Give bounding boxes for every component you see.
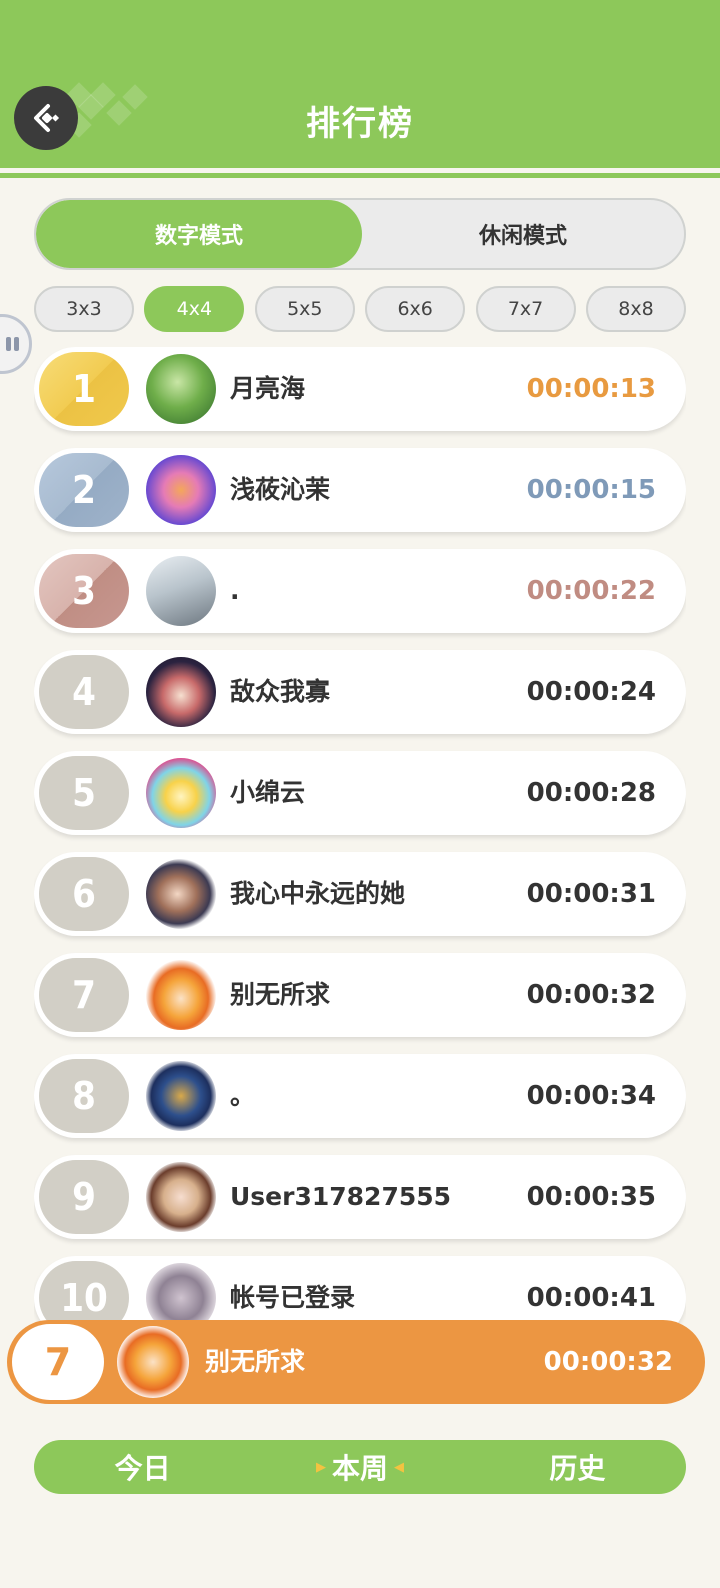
player-time: 00:00:24 <box>526 677 656 707</box>
page-title: 排行榜 <box>306 104 414 144</box>
leaderboard-row[interactable]: 5 小绵云 00:00:28 <box>34 751 686 835</box>
leaderboard-row[interactable]: 6 我心中永远的她 00:00:31 <box>34 852 686 936</box>
my-player-name: 别无所求 <box>205 1347 306 1376</box>
tab-history[interactable]: 历史 <box>469 1440 686 1494</box>
tab-size-7x7[interactable]: 7x7 <box>475 286 576 332</box>
side-pull-handle[interactable] <box>0 314 32 374</box>
player-time: 00:00:22 <box>526 576 656 606</box>
rank-badge: 2 <box>39 453 129 527</box>
player-time: 00:00:31 <box>526 879 656 909</box>
my-avatar <box>117 1326 189 1398</box>
board-size-tabs: 3x3 4x4 5x5 6x6 7x7 8x8 <box>34 286 686 332</box>
player-time: 00:00:35 <box>526 1182 656 1212</box>
rank-badge: 1 <box>39 352 129 426</box>
leaderboard-list[interactable]: 1 月亮海 00:00:13 2 浅莜沁茉 00:00:15 3 . 00:00… <box>34 347 686 1337</box>
rank-badge: 8 <box>39 1059 129 1133</box>
avatar <box>146 556 216 626</box>
avatar <box>146 1162 216 1232</box>
mode-toggle: 数字模式 休闲模式 <box>34 198 686 270</box>
avatar <box>146 1061 216 1131</box>
player-name: 敌众我寡 <box>230 677 331 706</box>
player-name: 小绵云 <box>230 778 306 807</box>
avatar <box>146 960 216 1030</box>
tab-today[interactable]: 今日 <box>34 1440 251 1494</box>
rank-badge: 5 <box>39 756 129 830</box>
player-time: 00:00:34 <box>526 1081 656 1111</box>
avatar <box>146 455 216 525</box>
player-name: 我心中永远的她 <box>230 879 406 908</box>
my-rank-row[interactable]: 7 别无所求 00:00:32 <box>7 1320 705 1404</box>
avatar <box>146 758 216 828</box>
tab-size-6x6[interactable]: 6x6 <box>365 286 466 332</box>
rank-badge: 4 <box>39 655 129 729</box>
rank-badge: 9 <box>39 1160 129 1234</box>
tab-size-3x3[interactable]: 3x3 <box>34 286 134 332</box>
tab-casual-mode[interactable]: 休闲模式 <box>362 200 684 268</box>
player-time: 00:00:15 <box>526 475 656 505</box>
my-player-time: 00:00:32 <box>543 1347 673 1377</box>
header-divider <box>0 173 720 178</box>
player-name: 浅莜沁茉 <box>230 475 331 504</box>
avatar <box>146 657 216 727</box>
leaderboard-row[interactable]: 1 月亮海 00:00:13 <box>34 347 686 431</box>
tab-size-5x5[interactable]: 5x5 <box>254 286 355 332</box>
rank-badge: 3 <box>39 554 129 628</box>
tab-this-week[interactable]: ▶ 本周 ◀ <box>251 1440 468 1494</box>
tab-number-mode[interactable]: 数字模式 <box>36 200 362 268</box>
leaderboard-row[interactable]: 7 别无所求 00:00:32 <box>34 953 686 1037</box>
my-rank-badge: 7 <box>12 1324 104 1400</box>
leaderboard-row[interactable]: 4 敌众我寡 00:00:24 <box>34 650 686 734</box>
player-time: 00:00:28 <box>526 778 656 808</box>
tab-today-label: 今日 <box>114 1452 171 1485</box>
tab-this-week-label: 本周 <box>331 1452 388 1485</box>
rank-badge: 7 <box>39 958 129 1032</box>
tab-size-8x8[interactable]: 8x8 <box>585 286 686 332</box>
leaderboard-row[interactable]: 8 。 00:00:34 <box>34 1054 686 1138</box>
tab-history-label: 历史 <box>549 1452 606 1485</box>
period-tabs: 今日 ▶ 本周 ◀ 历史 <box>34 1440 686 1494</box>
leaderboard-row[interactable]: 2 浅莜沁茉 00:00:15 <box>34 448 686 532</box>
tab-size-4x4[interactable]: 4x4 <box>144 286 245 332</box>
player-name: 别无所求 <box>230 980 331 1009</box>
avatar <box>146 859 216 929</box>
player-time: 00:00:13 <box>526 374 656 404</box>
leaderboard-row[interactable]: 9 User317827555 00:00:35 <box>34 1155 686 1239</box>
player-name: 月亮海 <box>230 374 306 403</box>
player-name: 。 <box>230 1081 256 1110</box>
player-name: User317827555 <box>230 1182 452 1211</box>
avatar <box>146 354 216 424</box>
selected-right-arrow-icon: ◀ <box>394 1459 404 1475</box>
player-name: . <box>230 576 240 605</box>
rank-badge: 6 <box>39 857 129 931</box>
leaderboard-row[interactable]: 3 . 00:00:22 <box>34 549 686 633</box>
player-time: 00:00:32 <box>526 980 656 1010</box>
pause-icon <box>6 337 11 351</box>
selected-left-arrow-icon: ▶ <box>315 1459 326 1475</box>
